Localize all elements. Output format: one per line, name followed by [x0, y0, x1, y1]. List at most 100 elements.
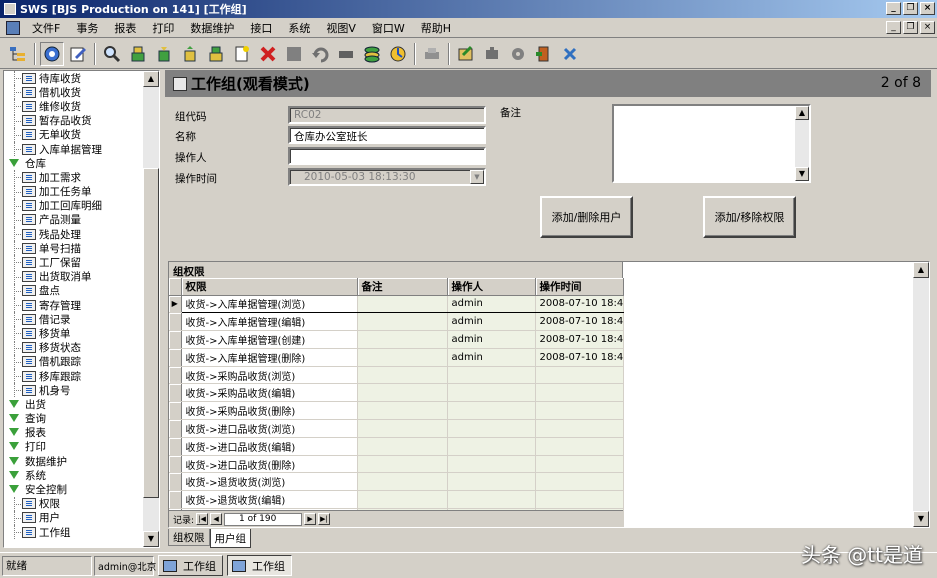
tree-item[interactable]: 移货状态 [4, 340, 145, 355]
tree-item[interactable]: 数据维护 [4, 454, 145, 468]
table-cell[interactable]: 2008-07-10 18:4 [535, 330, 624, 349]
table-cell[interactable] [357, 455, 448, 474]
table-cell[interactable]: 收货->入库单据管理(浏览) [181, 294, 358, 314]
table-cell[interactable]: 收货->退货收货(浏览) [181, 472, 358, 492]
table-cell[interactable] [535, 455, 624, 474]
table-cell[interactable] [447, 490, 536, 510]
undo-icon[interactable] [308, 42, 332, 66]
window-tab-workgroup-2[interactable]: 工作组 [227, 555, 292, 576]
table-row[interactable]: 收货->采购品收货(删除) [169, 401, 624, 421]
table-row[interactable]: 收货->采购品收货(浏览) [169, 366, 624, 385]
row-indicator[interactable] [169, 419, 182, 438]
tree-item[interactable]: 待库收货 [4, 71, 145, 86]
table-cell[interactable] [447, 383, 536, 403]
table-cell[interactable] [535, 401, 624, 421]
row-indicator[interactable] [169, 383, 182, 403]
tree-item[interactable]: 仓库 [4, 156, 145, 170]
tree-item[interactable]: 加工任务单 [4, 184, 145, 199]
menu-system[interactable]: 系统 [280, 20, 318, 36]
grid-scroll-up-icon[interactable]: ▲ [913, 262, 929, 278]
grid-scroll-down-icon[interactable]: ▼ [913, 511, 929, 527]
tree-item[interactable]: 移货单 [4, 326, 145, 341]
tab-group-permissions[interactable]: 组权限 [168, 529, 210, 546]
table-cell[interactable]: 收货->退货收货(编辑) [181, 490, 358, 510]
column-header-operation-time[interactable]: 操作时间 [535, 278, 624, 296]
new-icon[interactable] [230, 42, 254, 66]
child-minimize-button[interactable]: _ [886, 21, 901, 34]
row-indicator[interactable] [169, 455, 182, 474]
lock-icon[interactable] [480, 42, 504, 66]
nav-next-icon[interactable]: ▶ [304, 513, 317, 525]
refresh-icon[interactable] [360, 42, 384, 66]
tree-item[interactable]: 借机收货 [4, 85, 145, 100]
tree-item[interactable]: 残品处理 [4, 227, 145, 242]
table-cell[interactable]: admin [447, 312, 536, 332]
tree-item[interactable]: 查询 [4, 412, 145, 426]
row-indicator[interactable] [169, 490, 182, 510]
table-cell[interactable] [535, 437, 624, 456]
restore-button[interactable]: ❐ [903, 2, 918, 15]
table-row[interactable]: 收货->进口品收货(浏览) [169, 419, 624, 438]
column-header-operator[interactable]: 操作人 [447, 278, 536, 296]
grid-scrollbar[interactable]: ▲ ▼ [913, 262, 929, 527]
table-cell[interactable]: 2008-07-10 18:4 [535, 312, 624, 332]
table-cell[interactable] [447, 455, 536, 474]
next-record-icon[interactable] [178, 42, 202, 66]
tree-item[interactable]: 维修收货 [4, 99, 145, 114]
tree-item[interactable]: 加工需求 [4, 170, 145, 185]
table-cell[interactable]: 2008-07-10 18:4 [535, 294, 624, 314]
table-cell[interactable] [447, 366, 536, 385]
tree-item[interactable]: 入库单据管理 [4, 141, 145, 157]
table-cell[interactable] [357, 490, 448, 510]
table-cell[interactable]: admin [447, 330, 536, 349]
table-cell[interactable]: 收货->进口品收货(编辑) [181, 437, 358, 456]
table-row[interactable]: 收货->入库单据管理(删除) admin 2008-07-10 18:4 [169, 348, 624, 367]
window-tab-workgroup-1[interactable]: 工作组 [158, 555, 223, 576]
table-cell[interactable] [357, 294, 448, 314]
datetime-dropdown-icon[interactable]: ▼ [470, 170, 484, 184]
minimize-button[interactable]: _ [886, 2, 901, 15]
menu-data-maintenance[interactable]: 数据维护 [182, 20, 242, 36]
row-indicator[interactable] [169, 401, 182, 421]
first-record-icon[interactable] [126, 42, 150, 66]
child-close-button[interactable]: × [920, 21, 935, 34]
tree-item[interactable]: 产品测量 [4, 212, 145, 228]
tree-scrollbar[interactable]: ▲ ▼ [143, 71, 159, 547]
group-code-field[interactable]: RC02 [288, 106, 486, 124]
navigator-position[interactable]: 1 of 190 [224, 512, 303, 526]
table-row[interactable]: 收货->进口品收货(删除) [169, 455, 624, 474]
table-row[interactable]: 收货->退货收货(编辑) [169, 490, 624, 510]
row-indicator[interactable]: ▶ [169, 295, 182, 314]
tree-item[interactable]: 机身号 [4, 383, 145, 398]
tree-item[interactable]: 出货 [4, 397, 145, 411]
tree-item[interactable]: 报表 [4, 426, 145, 440]
table-cell[interactable] [357, 348, 448, 367]
print-icon[interactable] [420, 42, 444, 66]
row-indicator[interactable] [169, 437, 182, 456]
table-cell[interactable]: 收货->入库单据管理(删除) [181, 348, 358, 367]
table-cell[interactable] [357, 366, 448, 385]
table-cell[interactable] [447, 419, 536, 438]
close-icon[interactable] [558, 42, 582, 66]
table-row[interactable]: 收货->进口品收货(编辑) [169, 437, 624, 456]
table-cell[interactable] [535, 472, 624, 492]
table-cell[interactable] [357, 401, 448, 421]
table-cell[interactable]: 收货->进口品收货(删除) [181, 455, 358, 474]
close-button[interactable]: × [920, 2, 935, 15]
tree-item[interactable]: 移库跟踪 [4, 368, 145, 384]
table-row[interactable]: 收货->入库单据管理(创建) admin 2008-07-10 18:4 [169, 330, 624, 349]
menu-interface[interactable]: 接口 [242, 20, 280, 36]
last-record-icon[interactable] [204, 42, 228, 66]
child-restore-button[interactable]: ❐ [903, 21, 918, 34]
notes-scroll-down-icon[interactable]: ▼ [795, 167, 809, 181]
menu-view[interactable]: 视图V [318, 20, 364, 36]
table-cell[interactable]: 2008-07-10 18:4 [535, 348, 624, 367]
table-cell[interactable] [535, 383, 624, 403]
prev-record-icon[interactable] [152, 42, 176, 66]
table-cell[interactable]: admin [447, 348, 536, 367]
notes-scrollbar[interactable]: ▲ ▼ [795, 106, 809, 181]
table-cell[interactable] [535, 490, 624, 510]
tree-item[interactable]: 暂存品收货 [4, 113, 145, 128]
table-cell[interactable]: 收货->入库单据管理(创建) [181, 330, 358, 349]
table-cell[interactable] [357, 419, 448, 438]
